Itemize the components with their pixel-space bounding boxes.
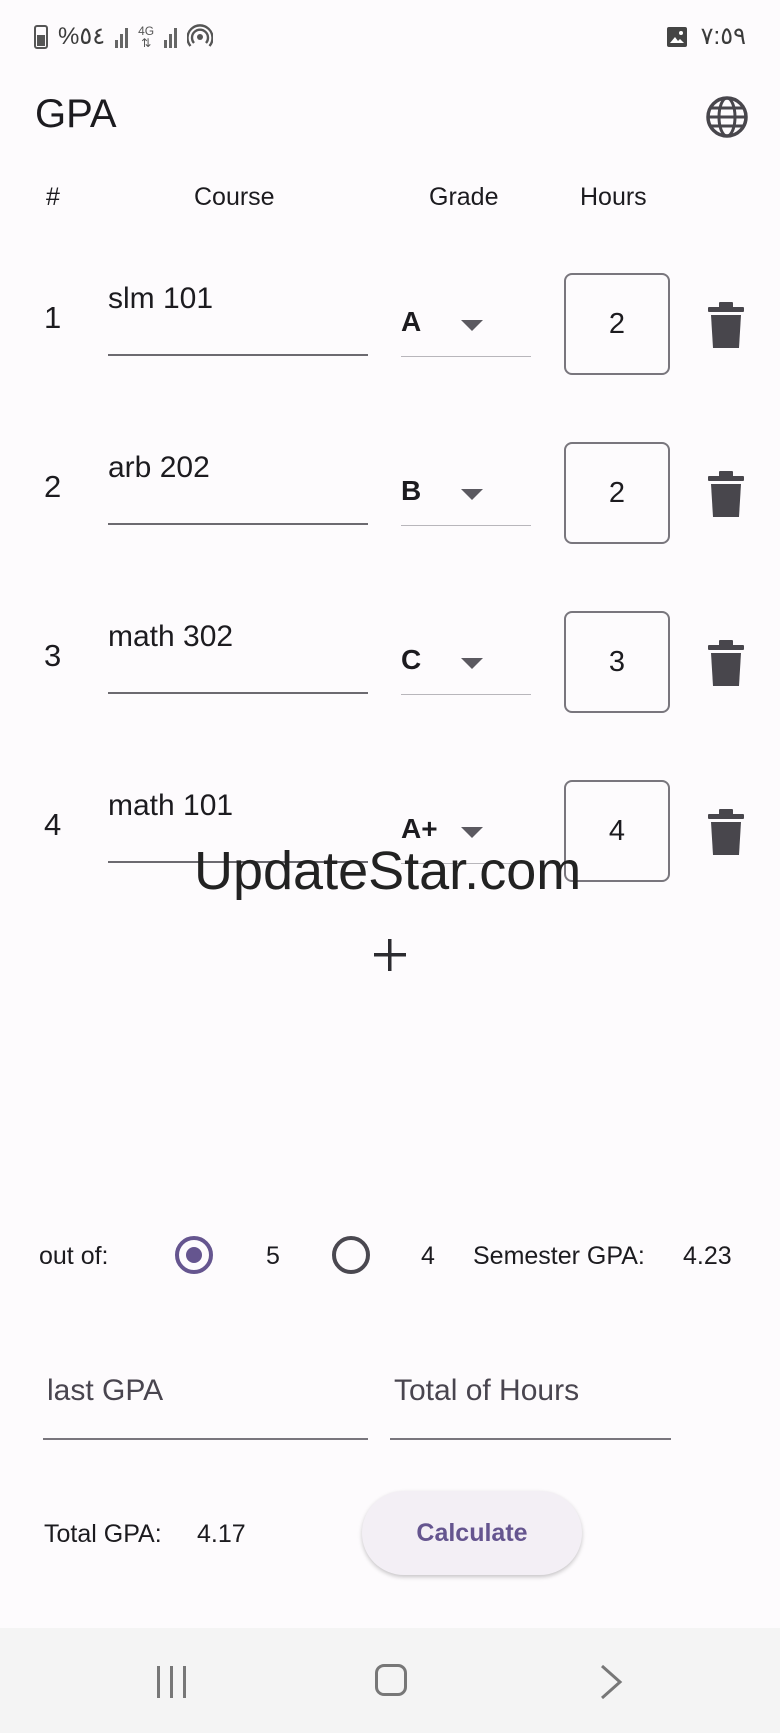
navigation-bar bbox=[0, 1628, 780, 1733]
status-left: %٥٤ 4G ⇅ bbox=[34, 22, 214, 51]
grade-dropdown-1[interactable]: A bbox=[401, 286, 531, 357]
gpa-screen: %٥٤ 4G ⇅ ٧:٥٩ GPA # Course Grade Hours 1 … bbox=[0, 0, 780, 1733]
grade-value-1: A bbox=[401, 306, 422, 337]
hotspot-icon bbox=[187, 23, 214, 47]
course-name-input-3[interactable]: math 302 bbox=[108, 620, 368, 694]
course-name-input-2[interactable]: arb 202 bbox=[108, 451, 368, 525]
delete-icon[interactable] bbox=[706, 640, 746, 688]
back-icon[interactable] bbox=[596, 1664, 626, 1700]
calculate-button[interactable]: Calculate bbox=[362, 1491, 582, 1575]
battery-text: %٥٤ bbox=[58, 23, 106, 50]
semester-gpa-label: Semester GPA: bbox=[473, 1242, 645, 1270]
app-title: GPA bbox=[35, 92, 117, 136]
status-bar: %٥٤ 4G ⇅ ٧:٥٩ bbox=[0, 0, 780, 72]
globe-icon[interactable] bbox=[704, 94, 750, 140]
battery-icon bbox=[34, 24, 48, 49]
hours-input-2[interactable]: 2 bbox=[564, 442, 670, 544]
row-2-number: 2 bbox=[44, 469, 62, 504]
recents-icon[interactable] bbox=[157, 1666, 186, 1698]
header-grade: Grade bbox=[429, 183, 499, 211]
header-num: # bbox=[46, 183, 60, 211]
total-hours-input[interactable]: Total of Hours bbox=[390, 1348, 671, 1440]
grade-dropdown-3[interactable]: C bbox=[401, 624, 531, 695]
grade-value-3: C bbox=[401, 644, 422, 675]
out-of-label: out of: bbox=[39, 1242, 109, 1270]
last-gpa-placeholder: last GPA bbox=[47, 1374, 164, 1407]
header-course: Course bbox=[194, 183, 275, 211]
grade-dropdown-2[interactable]: B bbox=[401, 455, 531, 526]
radio-scale-4[interactable] bbox=[332, 1236, 370, 1274]
network-icon: 4G ⇅ bbox=[138, 23, 155, 50]
home-icon[interactable] bbox=[375, 1664, 407, 1696]
dropdown-arrow-icon bbox=[461, 320, 483, 331]
row-1-number: 1 bbox=[44, 300, 62, 335]
delete-icon[interactable] bbox=[706, 471, 746, 519]
course-name-4: math 101 bbox=[108, 789, 234, 822]
delete-icon[interactable] bbox=[706, 809, 746, 857]
hours-input-3[interactable]: 3 bbox=[564, 611, 670, 713]
watermark: UpdateStar.com bbox=[194, 841, 582, 901]
clock: ٧:٥٩ bbox=[700, 23, 746, 50]
network-type: 4G bbox=[138, 23, 155, 38]
radio-scale-4-label: 4 bbox=[421, 1242, 435, 1270]
total-hours-placeholder: Total of Hours bbox=[394, 1374, 580, 1407]
total-gpa-value: 4.17 bbox=[197, 1520, 246, 1548]
radio-scale-5[interactable] bbox=[175, 1236, 213, 1274]
radio-scale-5-label: 5 bbox=[266, 1242, 280, 1270]
row-3-number: 3 bbox=[44, 638, 62, 673]
dropdown-arrow-icon bbox=[461, 489, 483, 500]
row-4-number: 4 bbox=[44, 807, 62, 842]
semester-gpa-value: 4.23 bbox=[683, 1242, 732, 1270]
dropdown-arrow-icon bbox=[461, 658, 483, 669]
add-course-icon[interactable] bbox=[370, 935, 410, 975]
course-name-2: arb 202 bbox=[108, 451, 210, 484]
signal-icon bbox=[115, 26, 129, 48]
course-name-input-1[interactable]: slm 101 bbox=[108, 282, 368, 356]
status-right: ٧:٥٩ bbox=[665, 22, 746, 51]
dropdown-arrow-icon bbox=[461, 827, 483, 838]
hours-input-1[interactable]: 2 bbox=[564, 273, 670, 375]
gallery-icon bbox=[666, 26, 687, 47]
header-hours: Hours bbox=[580, 183, 647, 211]
total-gpa-label: Total GPA: bbox=[44, 1520, 162, 1548]
delete-icon[interactable] bbox=[706, 302, 746, 350]
course-name-3: math 302 bbox=[108, 620, 234, 653]
course-name-1: slm 101 bbox=[108, 282, 214, 315]
grade-value-2: B bbox=[401, 475, 422, 506]
last-gpa-input[interactable]: last GPA bbox=[43, 1348, 368, 1440]
signal-icon-2 bbox=[164, 26, 178, 48]
